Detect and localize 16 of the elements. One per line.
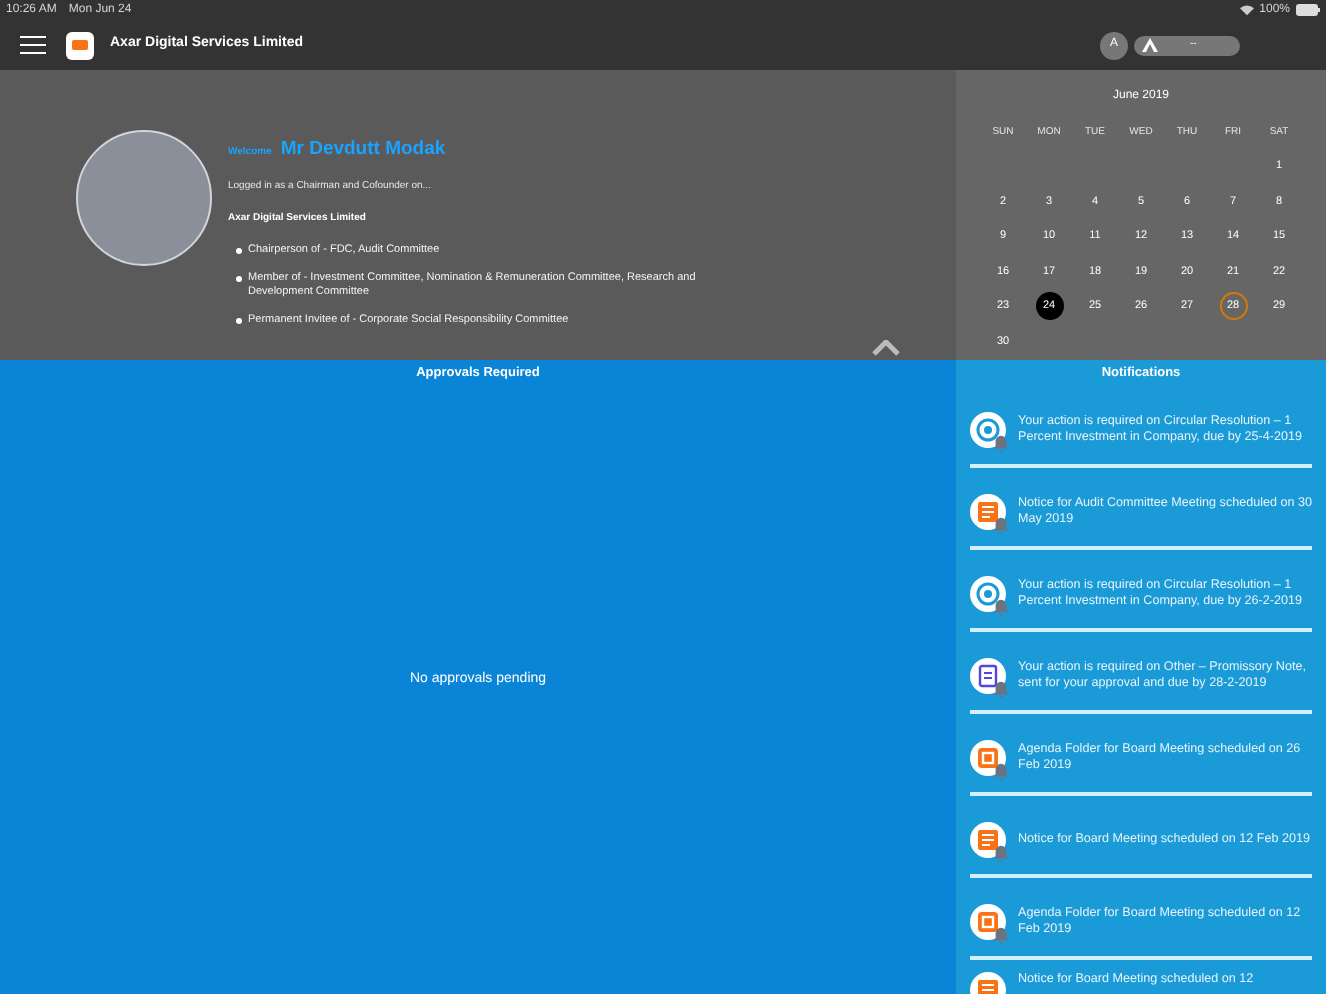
bullet-icon xyxy=(236,248,242,254)
notification-icon xyxy=(970,576,1006,613)
collapse-chevron-icon[interactable] xyxy=(872,340,900,356)
notification-icon xyxy=(970,740,1006,777)
company-logo-icon xyxy=(66,31,94,59)
a-logo-icon xyxy=(1142,38,1158,52)
notification-icon xyxy=(970,658,1006,695)
wifi-icon xyxy=(1239,4,1254,16)
bullet-icon xyxy=(236,276,242,283)
bullet-icon xyxy=(236,318,242,325)
notification-icon xyxy=(970,494,1006,531)
battery-icon xyxy=(1296,4,1320,16)
notification-icon xyxy=(970,822,1006,859)
notification-icon xyxy=(970,412,1006,449)
menu-icon[interactable] xyxy=(20,35,46,55)
notification-icon xyxy=(970,904,1006,941)
